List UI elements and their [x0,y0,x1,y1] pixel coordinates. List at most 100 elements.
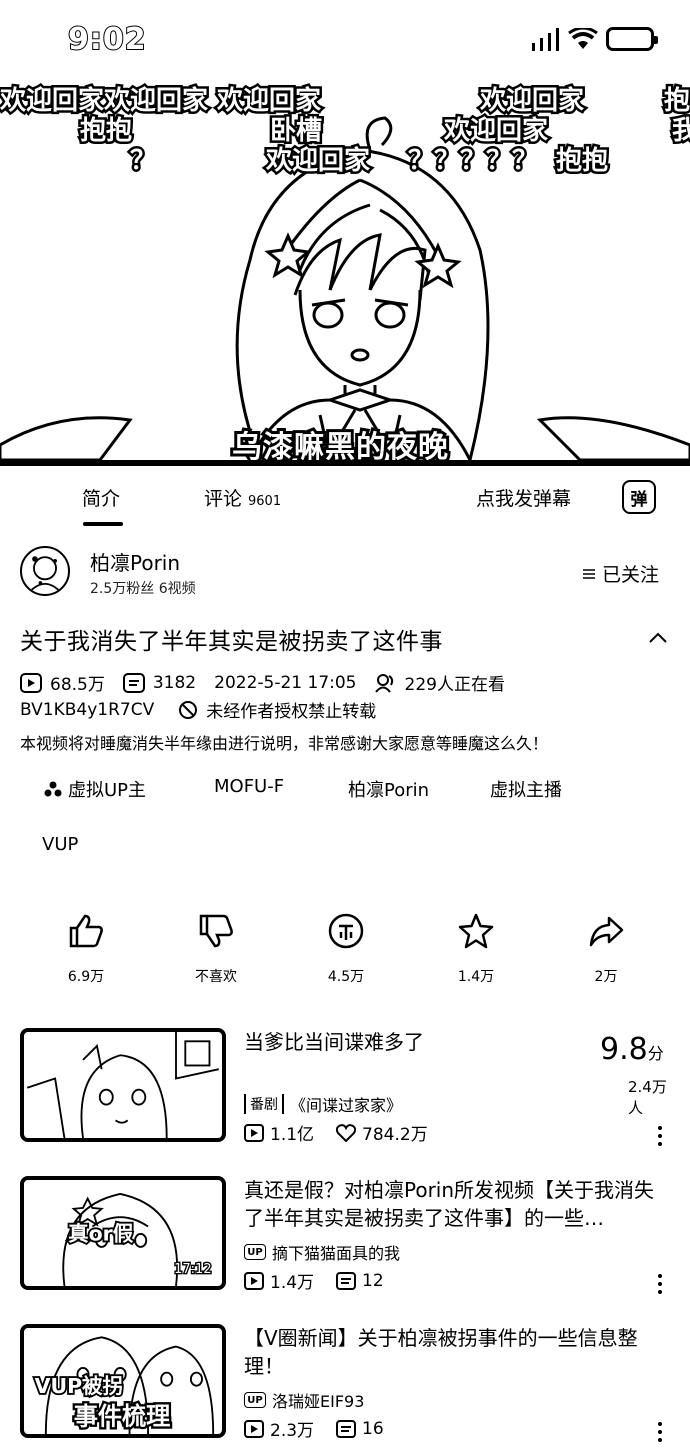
tab-comments-label: 评论 [204,488,243,510]
video-player[interactable]: 9:02 欢迎回家欢迎回家 欢迎回家 欢迎回家 抱 抱抱 卧槽 欢迎回家 我 ？… [0,0,690,465]
danmaku-comment: ？ [127,144,158,179]
danmaku-icon: 弹 [630,489,648,510]
danmaku-count: 16 [362,1418,384,1439]
danmaku-count: 12 [362,1270,384,1291]
battery-icon [606,27,658,51]
up-badge: UP [244,1392,266,1408]
recommendation-item[interactable]: 真or假 17:12 真还是假？对柏凛Porin所发视频【关于我消失了半年其实是… [20,1176,680,1294]
video-subtitle: 乌漆嘛黑的夜晚 [229,427,451,465]
bvid-line: BV1KB4y1R7CV 未经作者授权禁止转载 [20,697,377,723]
dislike-label: 不喜欢 [195,969,237,985]
thumbnail-image [26,1032,219,1138]
author-name: 摘下猫猫面具的我 [272,1244,401,1263]
tag-item[interactable]: 柏凛Porin [348,776,429,802]
danmaku-comment: ？？？？？ [405,144,540,179]
like-count: 784.2万 [362,1125,428,1145]
thumbs-up-icon [69,914,103,948]
share-count: 2万 [594,969,618,985]
danmaku-count: 3182 [152,672,197,693]
share-icon [589,916,624,947]
video-meta: 68.5万 3182 2022-5-21 17:05 229人正在看 [20,670,523,695]
recommendation-stats: 1.4万 12 [244,1268,384,1293]
tag-item[interactable]: VUP [42,834,78,855]
video-thumbnail [20,1028,226,1142]
more-icon[interactable] [658,1126,664,1150]
follow-button[interactable]: 已关注 [582,560,659,587]
danmaku-comment: 抱抱 [77,114,134,149]
play-count-icon [244,1123,264,1142]
detail-tabs: 简介 评论 9601 点我发弹幕 弹 [0,466,690,530]
recommendation-item[interactable]: VUP被拐 事件梳理 【V圈新闻】关于柏凛被拐事件的一些信息整理！ UP 洛瑞娅… [20,1324,680,1442]
recommendation-stats: 2.3万 16 [244,1416,384,1441]
author-name: 洛瑞娅EIF93 [272,1392,365,1411]
play-count-icon [20,672,42,693]
uploader-stats: 2.5万粉丝 6视频 [90,581,196,597]
tab-intro[interactable]: 简介 [82,484,120,511]
share-button[interactable]: 2万 [566,912,646,986]
tag-label: 虚拟主播 [490,780,562,801]
more-icon[interactable] [658,1422,664,1446]
video-thumbnail: 真or假 17:12 [20,1176,226,1290]
channel-icon [44,781,62,797]
danmaku-count-icon [336,1271,357,1290]
recommendation-title: 【V圈新闻】关于柏凛被拐事件的一些信息整理！ [244,1326,638,1378]
score-value: 9.8 [600,1032,648,1067]
comment-count: 9601 [248,494,282,509]
avatar[interactable] [20,546,70,596]
uploader-name[interactable]: 柏凛Porin [90,547,180,576]
status-icons [531,26,658,52]
chevron-up-icon[interactable] [648,628,668,648]
rating-score: 9.8分 [600,1032,664,1067]
tab-comments[interactable]: 评论 9601 [204,484,281,511]
repost-notice: 未经作者授权禁止转载 [206,702,377,722]
status-time: 9:02 [67,21,147,58]
play-count: 1.1亿 [270,1125,315,1145]
series-name: 《间谍过家家》 [290,1096,403,1115]
like-count: 6.9万 [67,969,105,985]
avatar-image [28,556,62,593]
tag-item[interactable]: MOFU-F [214,776,284,797]
tag-label: 柏凛Porin [348,780,430,801]
tab-intro-label: 简介 [82,488,121,510]
thumbnail-duration: 17:12 [174,1262,211,1277]
play-count: 1.4万 [270,1273,315,1293]
publish-date: 2022-5-21 17:05 [214,672,357,693]
recommendation-source: 番剧 《间谍过家家》 [244,1092,402,1116]
favorite-button[interactable]: 1.4万 [436,912,516,986]
send-danmaku-input[interactable]: 点我发弹幕 [476,484,571,511]
score-unit: 分 [647,1044,664,1063]
thumbnail-image: VUP被拐 事件梳理 [33,1336,215,1434]
watching-icon [374,673,393,693]
up-badge: UP [244,1244,266,1260]
bangumi-badge: 番剧 [244,1094,284,1114]
video-thumbnail: VUP被拐 事件梳理 [20,1324,226,1438]
view-count: 68.5万 [50,675,105,695]
thumbnail-text: 真or假 [68,1221,134,1245]
play-count: 2.3万 [270,1421,315,1441]
menu-icon [583,568,595,579]
coin-icon [328,913,364,949]
heart-icon [336,1123,357,1142]
watching-count: 229人正在看 [404,675,505,695]
tag-item[interactable]: 虚拟主播 [490,776,562,802]
video-description: 本视频将对睡魔消失半年缘由进行说明，非常感谢大家愿意等睡魔这么久！ [20,734,549,753]
like-button[interactable]: 6.9万 [46,912,126,986]
rating-count: 2.4万人 [628,1078,667,1117]
danmaku-comment: 抱抱 [553,144,610,179]
follow-label: 已关注 [602,564,660,586]
tag-item[interactable]: 虚拟UP主 [44,776,146,802]
coin-button[interactable]: 4.5万 [306,912,386,986]
favorite-count: 1.4万 [457,969,495,985]
danmaku-comment: 我 [669,114,690,149]
tab-active-indicator [83,522,123,526]
thumbnail-text: VUP被拐 [35,1374,123,1398]
coin-count: 4.5万 [327,969,365,985]
more-icon[interactable] [658,1274,664,1298]
recommendation-author: UP 洛瑞娅EIF93 [244,1388,364,1412]
thumbs-down-icon [199,914,233,948]
tag-label: VUP [42,834,79,855]
danmaku-toggle-button[interactable]: 弹 [622,480,656,514]
dislike-button[interactable]: 不喜欢 [176,912,256,986]
thumbnail-text: 事件梳理 [74,1403,171,1431]
recommendation-item[interactable]: 当爹比当间谍难多了 9.8分 2.4万人 番剧 《间谍过家家》 1.1亿 784… [20,1028,680,1146]
